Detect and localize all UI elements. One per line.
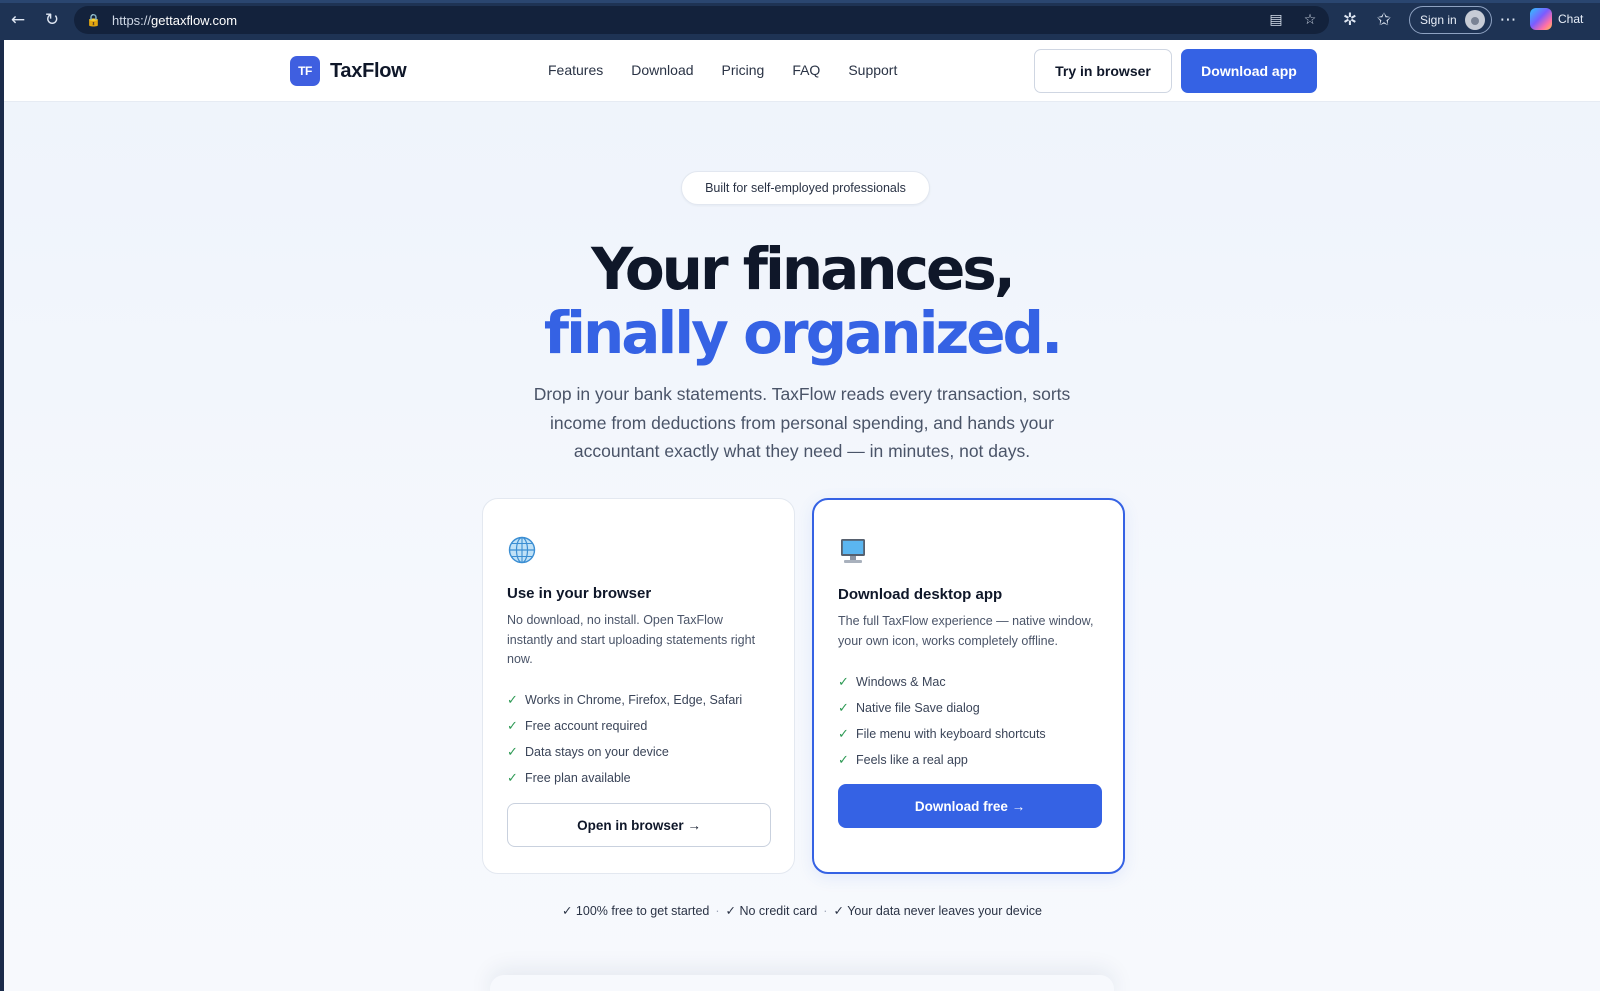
- nav-link-features[interactable]: Features: [548, 62, 603, 78]
- browser-toolbar: ← ↻ 🔒 https://gettaxflow.com ▤ ☆ ✲ ✩ Sig…: [0, 0, 1600, 40]
- url-prefix: https://: [112, 12, 152, 28]
- feature-list: ✓ Works in Chrome, Firefox, Edge, Safari …: [507, 687, 742, 791]
- check-icon: ✓: [507, 744, 518, 760]
- feature-item: ✓ Feels like a real app: [838, 752, 968, 768]
- feature-item: ✓ Free plan available: [507, 770, 631, 786]
- url-domain: gettaxflow.com: [151, 12, 238, 28]
- web-page: TF TaxFlow Features Download Pricing FAQ…: [4, 40, 1600, 991]
- trust-point: ✓ 100% free to get started: [561, 904, 710, 918]
- feature-item: ✓ File menu with keyboard shortcuts: [838, 726, 1046, 742]
- browser-option-card: Use in your browser No download, no inst…: [482, 498, 795, 874]
- reading-view-icon[interactable]: ▤: [1265, 9, 1287, 31]
- main-nav: Features Download Pricing FAQ Support: [548, 62, 925, 78]
- copilot-chat-button[interactable]: Chat: [1530, 8, 1583, 30]
- chat-label: Chat: [1558, 12, 1584, 26]
- separator-dot: ·: [715, 904, 720, 918]
- hero-title-line1: Your finances,: [591, 235, 1016, 303]
- url-text[interactable]: https://gettaxflow.com: [112, 13, 237, 28]
- feature-list: ✓ Windows & Mac ✓ Native file Save dialog …: [838, 669, 1046, 773]
- brand-name: TaxFlow: [330, 59, 407, 82]
- sign-in-label: Sign in: [1420, 13, 1457, 27]
- check-icon: ✓: [838, 674, 849, 690]
- download-free-button[interactable]: Download free →: [838, 784, 1102, 828]
- trust-points: ✓ 100% free to get started · ✓ No credit c…: [4, 903, 1600, 918]
- hero-title-line2: finally organized.: [543, 299, 1063, 367]
- download-app-button[interactable]: Download app: [1181, 49, 1317, 93]
- sign-in-button[interactable]: Sign in: [1409, 6, 1492, 34]
- feature-item: ✓ Works in Chrome, Firefox, Edge, Safari: [507, 692, 743, 708]
- site-logo[interactable]: TF TaxFlow: [290, 56, 407, 86]
- globe-icon: [508, 536, 536, 564]
- next-section-preview: [490, 975, 1114, 991]
- feature-item: ✓ Free account required: [507, 718, 648, 734]
- card-description: No download, no install. Open TaxFlow in…: [507, 613, 756, 666]
- site-header: TF TaxFlow Features Download Pricing FAQ…: [4, 40, 1600, 102]
- card-title: Use in your browser: [507, 585, 652, 602]
- check-icon: ✓: [507, 718, 518, 734]
- feature-item: ✓ Native file Save dialog: [838, 700, 980, 716]
- desktop-option-card: Download desktop app The full TaxFlow ex…: [812, 498, 1125, 874]
- profile-avatar-icon: [1464, 10, 1485, 30]
- feature-item: ✓ Windows & Mac: [838, 674, 946, 690]
- address-bar[interactable]: 🔒 https://gettaxflow.com ▤ ☆: [74, 6, 1329, 34]
- nav-link-faq[interactable]: FAQ: [792, 62, 820, 78]
- check-icon: ✓: [507, 692, 518, 708]
- desktop-computer-icon: [841, 539, 865, 563]
- check-icon: ✓: [507, 770, 518, 786]
- copilot-icon: [1530, 8, 1552, 30]
- nav-link-download[interactable]: Download: [631, 62, 693, 78]
- trust-point: ✓ No credit card: [725, 904, 818, 918]
- try-in-browser-button[interactable]: Try in browser: [1034, 49, 1172, 93]
- lock-icon: 🔒: [86, 13, 101, 27]
- nav-link-pricing[interactable]: Pricing: [722, 62, 765, 78]
- separator-dot: ·: [823, 904, 828, 918]
- reload-icon[interactable]: ↻: [40, 8, 64, 32]
- back-arrow-icon[interactable]: ←: [6, 8, 30, 32]
- nav-link-support[interactable]: Support: [848, 62, 897, 78]
- card-description: The full TaxFlow experience — native win…: [838, 614, 1094, 648]
- open-in-browser-button[interactable]: Open in browser →: [507, 803, 771, 847]
- address-bar-actions: ▤ ☆: [1265, 9, 1321, 31]
- audience-badge: Built for self-employed professionals: [681, 171, 930, 205]
- favorite-star-icon[interactable]: ☆: [1299, 9, 1321, 31]
- card-title: Download desktop app: [838, 586, 1003, 603]
- trust-point: ✓ Your data never leaves your device: [833, 904, 1042, 918]
- logo-mark-icon: TF: [290, 56, 320, 86]
- extensions-puzzle-icon[interactable]: ✲: [1338, 8, 1362, 32]
- tab-strip-edge: [0, 0, 1600, 3]
- more-options-icon[interactable]: ⋯: [1496, 8, 1520, 32]
- check-icon: ✓: [838, 726, 849, 742]
- feature-item: ✓ Data stays on your device: [507, 744, 669, 760]
- favorites-list-icon[interactable]: ✩: [1372, 8, 1396, 32]
- check-icon: ✓: [838, 700, 849, 716]
- hero-description: Drop in your bank statements. TaxFlow re…: [533, 384, 1071, 461]
- check-icon: ✓: [838, 752, 849, 768]
